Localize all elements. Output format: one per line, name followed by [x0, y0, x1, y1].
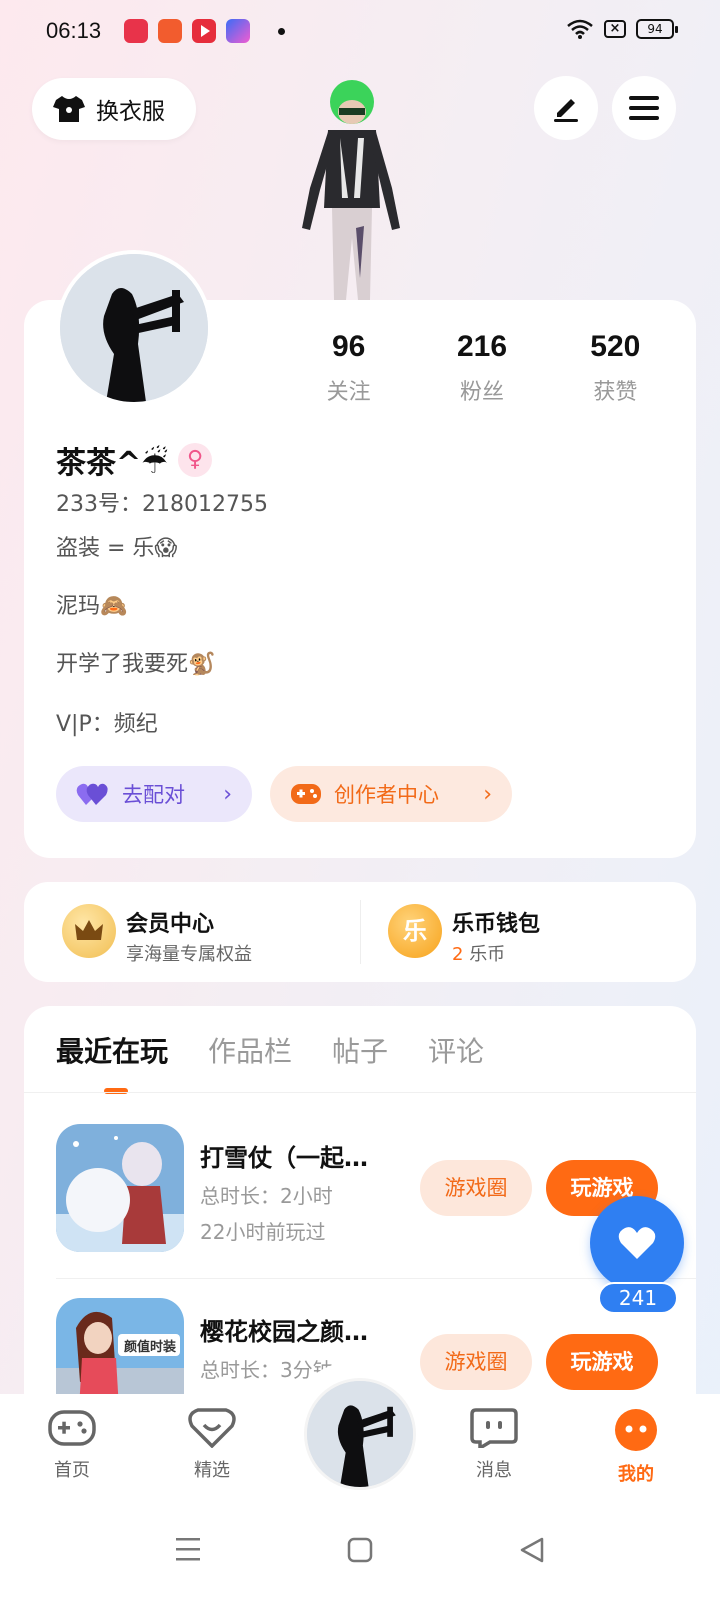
heart-icon — [618, 1227, 656, 1259]
member-center-entry[interactable]: 会员中心 享海量专属权益 — [24, 882, 360, 982]
system-nav-bar — [0, 1510, 720, 1600]
like-count-badge: 241 — [598, 1282, 678, 1314]
nav-home-label: 首页 — [54, 1460, 90, 1481]
tab-recent[interactable]: 最近在玩 — [56, 1030, 168, 1070]
shopping-app-icon — [158, 19, 182, 43]
hearts-icon — [76, 783, 108, 805]
member-center-title: 会员中心 — [126, 912, 215, 937]
nav-home[interactable]: 首页 — [22, 1408, 122, 1482]
user-name: 茶茶^☔ — [56, 446, 169, 481]
avatar-silhouette-image — [60, 254, 208, 402]
crown-icon — [62, 904, 116, 958]
fans-count: 216 — [456, 330, 508, 363]
nav-messages[interactable]: 消息 — [444, 1408, 544, 1482]
game-circle-button[interactable]: 游戏圈 — [420, 1334, 532, 1390]
likes-label: 获赞 — [593, 380, 638, 405]
game-duration: 总时长：2小时 — [200, 1184, 333, 1208]
nav-mine[interactable]: 我的 — [586, 1408, 686, 1486]
game-icon-snowball — [56, 1124, 184, 1252]
profile-stats: 96 关注 216 粉丝 520 获赞 — [282, 330, 682, 406]
bio-line-3: 开学了我要死🐒 — [56, 652, 216, 677]
sim-off-icon: × — [604, 20, 626, 38]
avatar-character-figure[interactable] — [292, 78, 412, 300]
match-label: 去配对 — [122, 783, 185, 807]
edit-profile-button[interactable] — [534, 76, 598, 140]
profile-face-icon — [615, 1409, 657, 1451]
change-outfit-label: 换衣服 — [96, 99, 165, 125]
status-time: 06:13 — [46, 18, 102, 43]
likes-count: 520 — [590, 330, 641, 363]
vip-line: V|P：频纪 — [56, 712, 158, 737]
coin-wallet-entry[interactable]: 乐 乐币钱包 2 乐币 — [360, 882, 696, 982]
nav-center-avatar[interactable] — [304, 1378, 416, 1490]
nav-mine-label: 我的 — [618, 1464, 654, 1485]
video-app-icon — [192, 19, 216, 43]
creator-center-button[interactable]: 创作者中心 › — [270, 766, 512, 822]
shirt-icon — [53, 96, 85, 122]
game-row[interactable]: 打雪仗（一起… 总时长：2小时 22小时前玩过 游戏圈 玩游戏 — [56, 1124, 676, 1274]
nav-messages-label: 消息 — [476, 1460, 512, 1481]
recent-apps-icon[interactable] — [174, 1536, 202, 1562]
coin-amount: 2 — [452, 944, 464, 965]
divider — [24, 1092, 696, 1093]
following-label: 关注 — [326, 380, 371, 405]
coin-wallet-title: 乐币钱包 — [452, 912, 541, 937]
bio-line-2: 泥玛🙈 — [56, 594, 128, 619]
match-button[interactable]: 去配对 › — [56, 766, 252, 822]
menu-button[interactable] — [612, 76, 676, 140]
tab-indicator — [104, 1088, 128, 1094]
menu-icon — [629, 96, 659, 120]
content-tabs: 最近在玩 作品栏 帖子 评论 — [56, 1030, 484, 1070]
fans-label: 粉丝 — [459, 380, 504, 405]
game-name: 樱花校园之颜… — [200, 1318, 368, 1346]
tab-works[interactable]: 作品栏 — [208, 1030, 292, 1070]
bio-line-1: 盗装 = 乐😱 — [56, 536, 178, 561]
back-triangle-icon[interactable] — [518, 1536, 546, 1564]
change-outfit-button[interactable]: 换衣服 — [32, 78, 196, 140]
game-last-played: 22小时前玩过 — [200, 1220, 326, 1244]
play-game-button[interactable]: 玩游戏 — [546, 1334, 658, 1390]
gamepad-icon — [291, 784, 321, 804]
following-count: 96 — [331, 330, 366, 363]
nav-featured[interactable]: 精选 — [162, 1408, 262, 1482]
female-icon: ♀ — [178, 443, 213, 477]
like-floating-button[interactable] — [590, 1196, 684, 1290]
record-app-icon — [124, 19, 148, 43]
status-bar: 06:13 × 94 — [0, 0, 720, 64]
battery-icon: 94 — [636, 19, 678, 39]
tab-comments[interactable]: 评论 — [428, 1030, 484, 1070]
coin-icon: 乐 — [388, 904, 442, 958]
profile-avatar[interactable] — [56, 250, 212, 406]
nav-featured-label: 精选 — [194, 1460, 230, 1481]
avatar-silhouette-image — [307, 1381, 413, 1487]
vpn-app-icon — [226, 19, 250, 43]
chevron-right-icon: › — [223, 781, 232, 807]
game-name: 打雪仗（一起… — [200, 1144, 368, 1172]
creator-center-label: 创作者中心 — [334, 783, 439, 807]
game-circle-button[interactable]: 游戏圈 — [420, 1160, 532, 1216]
user-id: 233号：218012755 — [56, 492, 268, 517]
tab-posts[interactable]: 帖子 — [332, 1030, 388, 1070]
chevron-right-icon: › — [483, 781, 492, 807]
notification-dot — [278, 28, 285, 35]
edit-icon — [554, 99, 578, 122]
following-stat[interactable]: 96 关注 — [282, 330, 415, 406]
likes-stat[interactable]: 520 获赞 — [549, 330, 682, 406]
member-wallet-card: 会员中心 享海量专属权益 乐 乐币钱包 2 乐币 — [24, 882, 696, 982]
home-square-icon[interactable] — [346, 1536, 374, 1564]
coin-unit: 乐币 — [469, 944, 506, 965]
name-row: 茶茶^☔ ♀ — [56, 438, 213, 482]
member-center-subtitle: 享海量专属权益 — [126, 944, 252, 965]
message-icon — [470, 1408, 518, 1452]
gamepad-icon — [48, 1410, 96, 1446]
divider — [56, 1278, 696, 1279]
game-icon-caption: 颜值时装 — [123, 1340, 176, 1355]
heart-chat-icon — [188, 1408, 236, 1449]
wifi-icon — [567, 19, 593, 39]
fans-stat[interactable]: 216 粉丝 — [415, 330, 548, 406]
